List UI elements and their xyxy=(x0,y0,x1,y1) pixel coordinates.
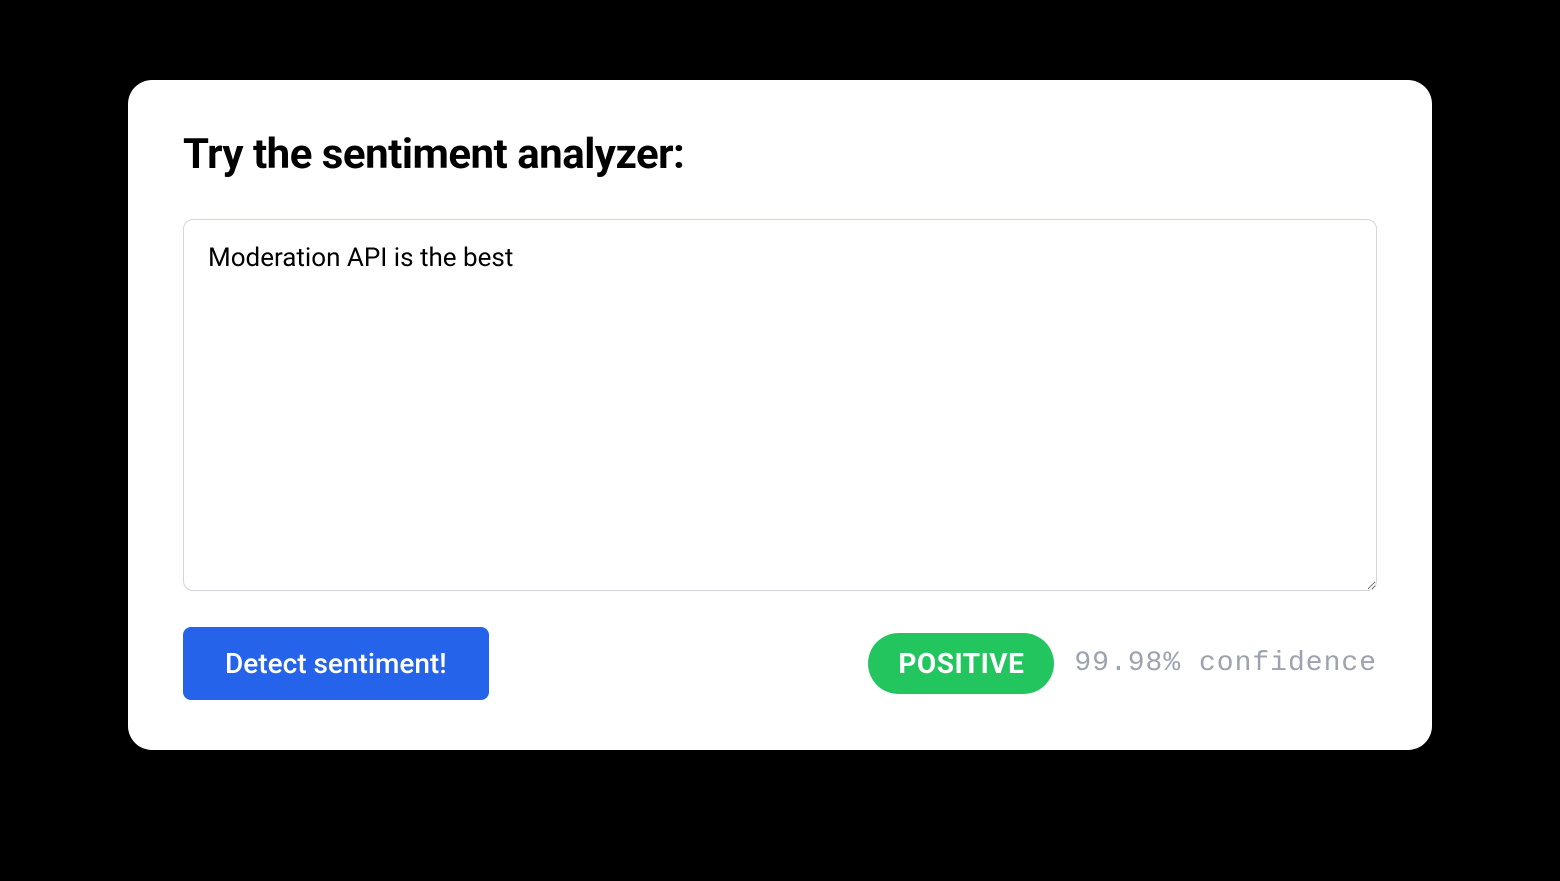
confidence-text: 99.98% confidence xyxy=(1074,648,1377,679)
footer-row: Detect sentiment! POSITIVE 99.98% confid… xyxy=(183,627,1377,700)
sentiment-input[interactable] xyxy=(183,219,1377,591)
page-title: Try the sentiment analyzer: xyxy=(183,130,1377,179)
result-group: POSITIVE 99.98% confidence xyxy=(868,633,1377,694)
sentiment-analyzer-card: Try the sentiment analyzer: Detect senti… xyxy=(128,80,1432,750)
sentiment-badge: POSITIVE xyxy=(868,633,1054,694)
detect-sentiment-button[interactable]: Detect sentiment! xyxy=(183,627,489,700)
